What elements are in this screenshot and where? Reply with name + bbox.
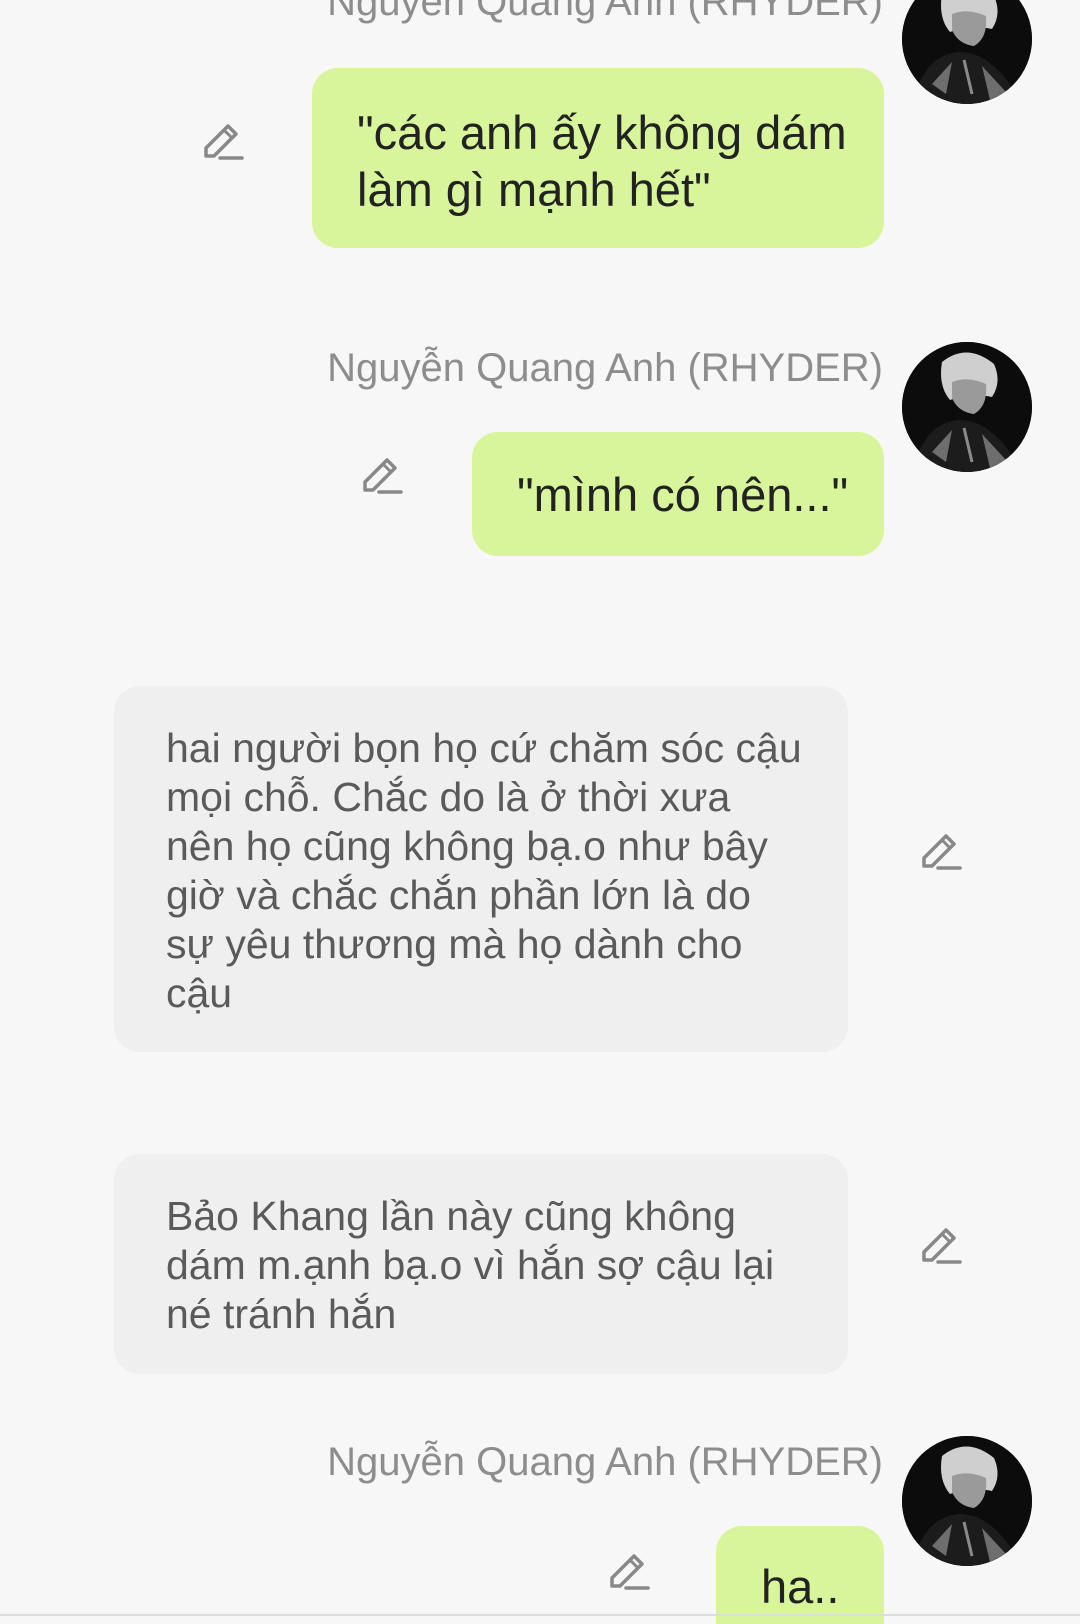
avatar[interactable] bbox=[902, 342, 1032, 472]
avatar-photo bbox=[902, 342, 1032, 472]
narration-bubble[interactable]: Bảo Khang lần này cũng không dám m.ạnh b… bbox=[114, 1154, 848, 1374]
edit-message-button[interactable] bbox=[916, 1220, 964, 1268]
avatar-photo bbox=[902, 1436, 1032, 1566]
message-bubble-own[interactable]: "mình có nên..." bbox=[472, 432, 884, 556]
avatar[interactable] bbox=[902, 0, 1032, 104]
edit-message-button[interactable] bbox=[916, 826, 964, 874]
message-text: "mình có nên..." bbox=[517, 468, 849, 521]
pencil-edit-icon bbox=[610, 1554, 650, 1590]
message-bubble-own[interactable]: "các anh ấy không dám làm gì mạnh hết" bbox=[312, 68, 884, 248]
chat-story-screen: Nguyễn Quang Anh (RHYDER) "các anh ấy kh… bbox=[0, 0, 1080, 1624]
pencil-edit-icon bbox=[363, 458, 403, 494]
sender-name: Nguyễn Quang Anh (RHYDER) bbox=[327, 346, 883, 390]
sender-name: Nguyễn Quang Anh (RHYDER) bbox=[327, 0, 883, 24]
narration-text: Bảo Khang lần này cũng không dám m.ạnh b… bbox=[166, 1193, 775, 1337]
pencil-edit-icon bbox=[922, 834, 962, 870]
edit-message-button[interactable] bbox=[357, 450, 405, 498]
sender-name: Nguyễn Quang Anh (RHYDER) bbox=[327, 1440, 883, 1484]
avatar-photo bbox=[902, 0, 1032, 104]
narration-text: hai người bọn họ cứ chăm sóc cậu mọi chỗ… bbox=[166, 725, 802, 1016]
message-text: ha.. bbox=[761, 1560, 840, 1613]
message-text: "các anh ấy không dám làm gì mạnh hết" bbox=[357, 106, 847, 216]
message-bubble-own[interactable]: ha.. bbox=[716, 1526, 884, 1624]
edit-message-button[interactable] bbox=[604, 1546, 652, 1594]
bottom-divider bbox=[0, 1614, 1080, 1616]
pencil-edit-icon bbox=[922, 1228, 962, 1264]
avatar[interactable] bbox=[902, 1436, 1032, 1566]
edit-message-button[interactable] bbox=[198, 116, 246, 164]
pencil-edit-icon bbox=[204, 124, 244, 160]
narration-bubble[interactable]: hai người bọn họ cứ chăm sóc cậu mọi chỗ… bbox=[114, 686, 848, 1052]
